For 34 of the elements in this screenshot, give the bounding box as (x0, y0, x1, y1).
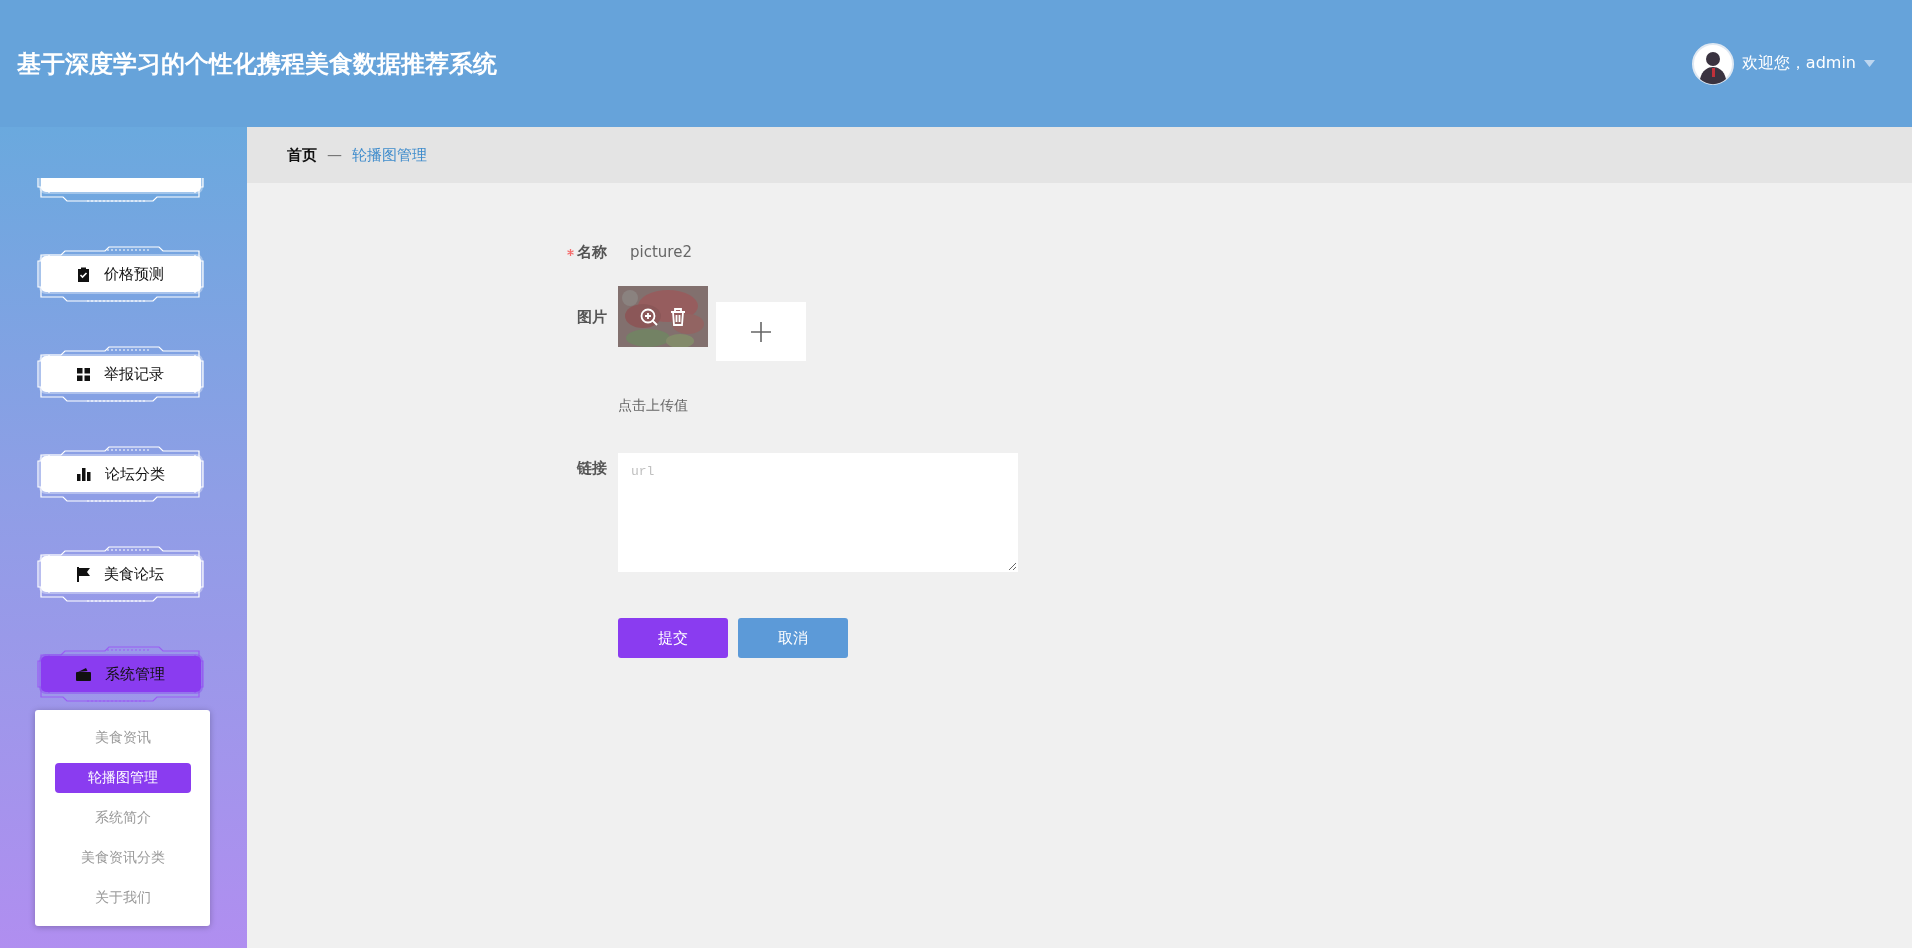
submenu-item[interactable]: 系统简介 (54, 798, 191, 838)
grid-icon (77, 367, 90, 381)
field-label: 名称 (577, 242, 607, 262)
menu-item[interactable]: 系统管理 (40, 656, 201, 692)
name-field[interactable]: picture2 (618, 237, 842, 267)
bar-chart-icon (76, 467, 91, 481)
clipboard-check-icon (77, 266, 90, 282)
delete-icon[interactable] (670, 307, 686, 326)
flag-icon (77, 566, 90, 582)
submit-button[interactable]: 提交 (618, 618, 728, 658)
menu-item[interactable]: 举报记录 (40, 356, 201, 392)
upload-button[interactable] (716, 302, 806, 361)
menu-item[interactable]: 价格预测 (40, 256, 201, 292)
field-label: 图片 (577, 307, 607, 327)
submenu-item[interactable]: 轮播图管理 (54, 763, 191, 793)
breadcrumb-separator: — (327, 146, 342, 164)
submenu-item[interactable]: 关于我们 (54, 878, 191, 918)
wallet-icon (76, 667, 91, 681)
user-greeting[interactable]: 欢迎您，admin (1741, 53, 1856, 74)
submenu-item[interactable]: 美食资讯 (54, 718, 191, 758)
caret-icon[interactable] (1864, 60, 1875, 67)
cancel-button[interactable]: 取消 (738, 618, 848, 658)
menu-item[interactable]: 美食论坛 (40, 556, 201, 592)
breadcrumb-current: 轮播图管理 (352, 145, 427, 165)
avatar (1691, 42, 1734, 85)
submenu-item[interactable]: 美食资讯分类 (54, 838, 191, 878)
app-title: 基于深度学习的个性化携程美食数据推荐系统 (17, 48, 497, 80)
field-label: 链接 (577, 458, 607, 478)
menu-item[interactable]: 论坛分类 (40, 456, 201, 492)
zoom-in-icon[interactable] (640, 307, 658, 326)
link-field[interactable]: url (618, 453, 1018, 572)
breadcrumb-home[interactable]: 首页 (287, 145, 317, 165)
upload-hint: 点击上传值 (618, 397, 689, 415)
plus-icon (751, 321, 771, 342)
